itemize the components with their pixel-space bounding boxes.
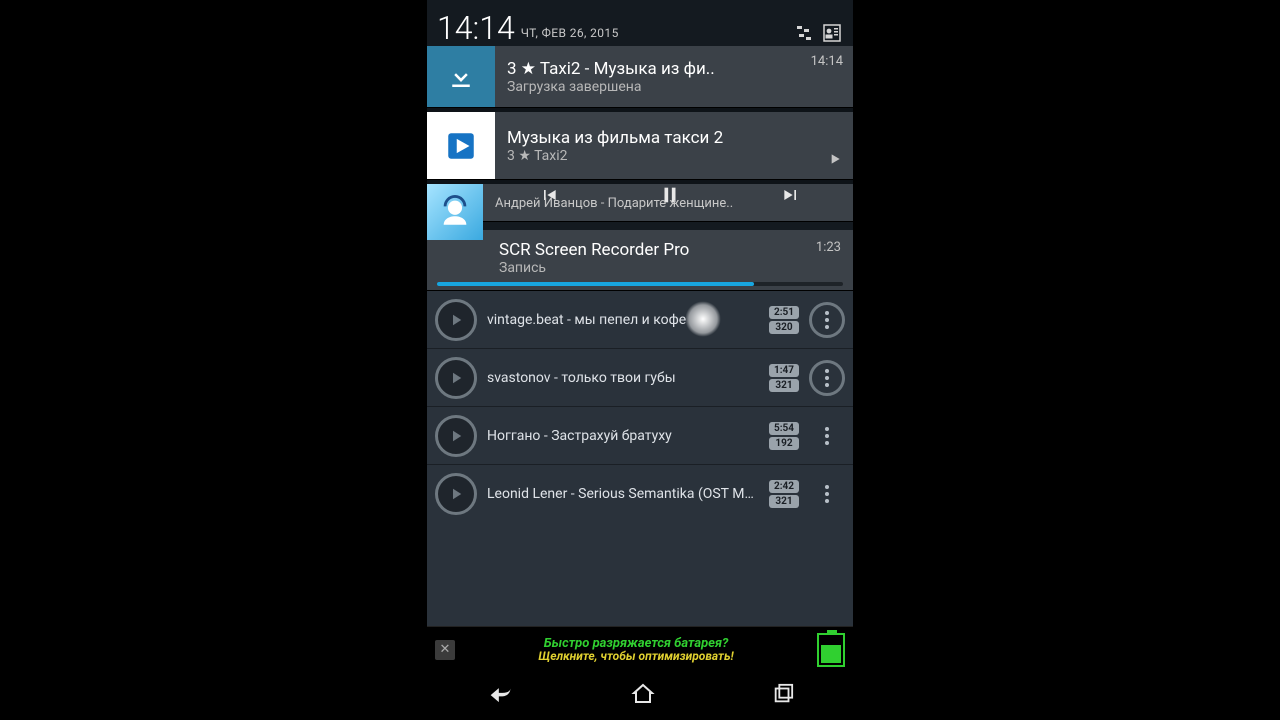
ad-line2: Щелкните, чтобы оптимизировать! xyxy=(463,650,809,662)
track-title: Ноггано - Застрахуй братуху xyxy=(487,428,759,444)
ad-close-button[interactable]: ✕ xyxy=(435,640,455,660)
nowplaying-title: Музыка из фильма такси 2 xyxy=(507,128,789,148)
notification-download[interactable]: 3 ★ Taxi2 - Музыка из фи.. Загрузка заве… xyxy=(427,46,853,108)
track-play-button[interactable] xyxy=(435,357,477,399)
navigation-bar xyxy=(427,672,853,720)
status-date: ЧТ, ФЕВ 26, 2015 xyxy=(521,26,619,44)
track-duration-badge: 2:51 xyxy=(769,306,799,319)
track-bitrate-badge: 321 xyxy=(769,379,799,392)
track-bitrate-badge: 320 xyxy=(769,321,799,334)
track-row[interactable]: svastonov - только твои губы 1:47 321 xyxy=(427,349,853,407)
nav-back-button[interactable] xyxy=(486,680,514,712)
scr-title: SCR Screen Recorder Pro xyxy=(499,240,841,260)
status-icon-equalizer xyxy=(793,22,815,44)
track-row[interactable]: Ноггано - Застрахуй братуху 5:54 192 xyxy=(427,407,853,465)
download-icon xyxy=(427,46,495,107)
track-duration-badge: 1:47 xyxy=(769,364,799,377)
track-play-button[interactable] xyxy=(435,299,477,341)
track-duration-badge: 2:42 xyxy=(769,480,799,493)
download-title: 3 ★ Taxi2 - Музыка из фи.. xyxy=(507,59,789,79)
track-title: vintage.beat - мы пепел и кофе xyxy=(487,312,759,328)
download-subtitle: Загрузка завершена xyxy=(507,79,789,95)
track-row[interactable]: Leonid Lener - Serious Semantika (OST Мо… xyxy=(427,465,853,523)
status-icon-contact xyxy=(821,22,843,44)
scr-progress xyxy=(437,282,843,286)
track-play-button[interactable] xyxy=(435,415,477,457)
track-list[interactable]: vintage.beat - мы пепел и кофе 2:51 320 … xyxy=(427,291,853,626)
phone-frame: 14:14 ЧТ, ФЕВ 26, 2015 3 ★ Taxi2 - Музык… xyxy=(427,0,853,720)
notification-media-controls[interactable]: Андрей Иванцов - Подарите женщине.. xyxy=(427,184,853,222)
track-more-button[interactable] xyxy=(809,360,845,396)
status-clock: 14:14 xyxy=(437,12,515,44)
scr-time: 1:23 xyxy=(816,240,841,255)
track-title: Leonid Lener - Serious Semantika (OST Мо… xyxy=(487,486,759,502)
media-track-label: Андрей Иванцов - Подарите женщине.. xyxy=(427,192,853,217)
nowplaying-subtitle: 3 ★ Taxi2 xyxy=(507,148,789,164)
notification-screen-recorder[interactable]: SCR Screen Recorder Pro Запись 1:23 xyxy=(427,230,853,291)
track-row[interactable]: vintage.beat - мы пепел и кофе 2:51 320 xyxy=(427,291,853,349)
nav-recents-button[interactable] xyxy=(772,683,794,709)
play-icon[interactable] xyxy=(827,151,843,171)
track-title: svastonov - только твои губы xyxy=(487,370,759,386)
nav-home-button[interactable] xyxy=(631,682,655,710)
scr-subtitle: Запись xyxy=(499,260,841,276)
track-more-button[interactable] xyxy=(809,476,845,512)
notification-nowplaying[interactable]: Музыка из фильма такси 2 3 ★ Taxi2 xyxy=(427,112,853,180)
ad-banner[interactable]: ✕ Быстро разряжается батарея? Щелкните, … xyxy=(427,626,853,672)
status-bar[interactable]: 14:14 ЧТ, ФЕВ 26, 2015 xyxy=(427,0,853,46)
track-bitrate-badge: 192 xyxy=(769,437,799,450)
track-more-button[interactable] xyxy=(809,418,845,454)
track-duration-badge: 5:54 xyxy=(769,422,799,435)
track-bitrate-badge: 321 xyxy=(769,495,799,508)
download-time: 14:14 xyxy=(811,54,843,69)
track-more-button[interactable] xyxy=(809,302,845,338)
battery-icon xyxy=(817,633,845,667)
player-app-icon xyxy=(427,112,495,179)
track-play-button[interactable] xyxy=(435,473,477,515)
